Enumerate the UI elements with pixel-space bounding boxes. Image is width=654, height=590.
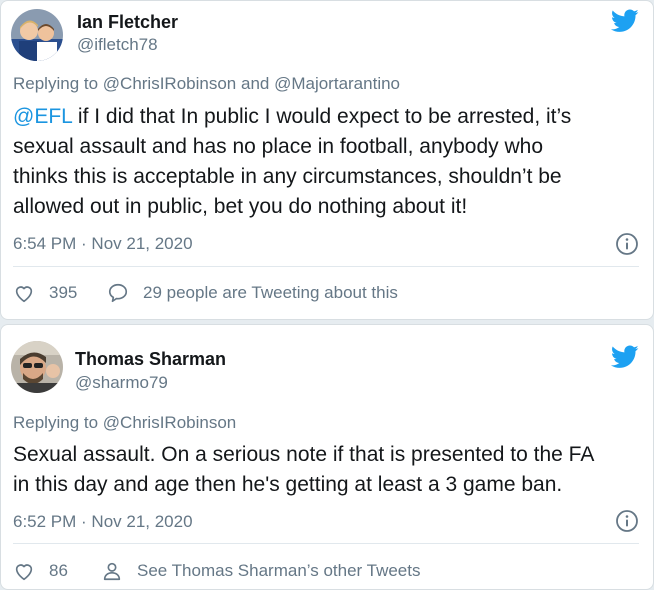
tweet-text-line: Sexual assault. On a serious note if tha… xyxy=(13,443,595,466)
tweet-text-segment: if I did that In public I would expect t… xyxy=(72,105,572,128)
replying-to-link[interactable]: @ChrisIRobinson xyxy=(103,74,236,93)
conversation-label: 29 people are Tweeting about this xyxy=(143,283,398,302)
like-button[interactable]: 86 xyxy=(13,560,68,582)
info-icon[interactable] xyxy=(615,232,639,256)
tweet-text-line: in this day and age then he's getting at… xyxy=(13,473,563,496)
divider xyxy=(13,543,639,544)
replying-to-link[interactable]: @ChrisIRobinson xyxy=(103,413,236,432)
user-handle[interactable]: @ifletch78 xyxy=(77,35,158,55)
tweet-card[interactable]: Thomas Sharman @sharmo79 Replying to @Ch… xyxy=(0,324,654,590)
tweet-text: Sexual assault. On a serious note if tha… xyxy=(13,440,637,500)
display-name[interactable]: Ian Fletcher xyxy=(77,12,178,33)
tweet-text-line: allowed out in public, bet you do nothin… xyxy=(13,195,468,218)
avatar[interactable] xyxy=(11,9,63,61)
heart-icon xyxy=(15,286,33,303)
replying-to: Replying to @ChrisIRobinson xyxy=(13,413,236,433)
tweet-text: @EFL if I did that In public I would exp… xyxy=(13,102,637,222)
display-name[interactable]: Thomas Sharman xyxy=(75,349,226,370)
person-icon xyxy=(103,562,121,581)
tweet-timestamp[interactable]: 6:54 PM · Nov 21, 2020 xyxy=(13,234,193,254)
like-count: 395 xyxy=(49,283,78,302)
tweet-text-line: sexual assault and has no place in footb… xyxy=(13,135,544,158)
replying-to-link[interactable]: @Majortarantino xyxy=(274,74,400,93)
mention-link[interactable]: @EFL xyxy=(13,105,72,128)
divider xyxy=(13,266,639,267)
tweet-card[interactable]: Ian Fletcher @ifletch78 Replying to @Chr… xyxy=(0,0,654,320)
info-icon[interactable] xyxy=(615,509,639,533)
replying-prefix: Replying to xyxy=(13,413,103,432)
like-button[interactable]: 395 xyxy=(13,282,77,304)
tweet-timestamp[interactable]: 6:52 PM · Nov 21, 2020 xyxy=(13,512,193,532)
replying-to: Replying to @ChrisIRobinson and @Majorta… xyxy=(13,74,400,94)
conversation-link[interactable]: 29 people are Tweeting about this xyxy=(107,282,398,304)
twitter-bird-icon[interactable] xyxy=(611,345,639,369)
replying-and: and xyxy=(236,74,275,93)
tweet-text-line: @EFL if I did that In public I would exp… xyxy=(13,102,637,132)
replying-prefix: Replying to xyxy=(13,74,103,93)
profile-link[interactable]: See Thomas Sharman’s other Tweets xyxy=(101,560,421,582)
profile-link-label: See Thomas Sharman’s other Tweets xyxy=(137,561,421,580)
twitter-bird-icon[interactable] xyxy=(611,9,639,33)
comment-icon xyxy=(108,283,128,303)
user-handle[interactable]: @sharmo79 xyxy=(75,373,168,393)
tweet-text-line: thinks this is acceptable in any circums… xyxy=(13,165,562,188)
avatar[interactable] xyxy=(11,341,63,393)
like-count: 86 xyxy=(49,561,68,580)
heart-icon xyxy=(15,564,33,581)
